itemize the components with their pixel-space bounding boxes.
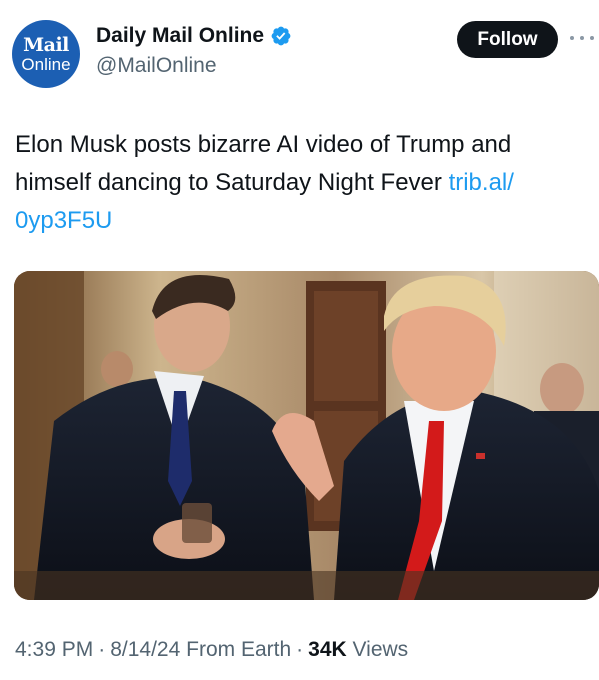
- author-name-row: Daily Mail Online: [96, 24, 292, 48]
- avatar-logo-line2: Online: [21, 54, 71, 74]
- tweet-time[interactable]: 4:39 PM: [15, 638, 93, 661]
- more-dot: [570, 36, 574, 40]
- avatar[interactable]: Mail Online: [12, 20, 80, 88]
- tweet-photo[interactable]: [14, 271, 599, 600]
- verified-badge-icon[interactable]: [270, 25, 292, 47]
- views-count[interactable]: 34K: [308, 638, 347, 661]
- follow-button[interactable]: Follow: [457, 21, 558, 58]
- avatar-logo-line1: Mail: [23, 33, 69, 56]
- more-dot: [590, 36, 594, 40]
- views-label: Views: [352, 638, 409, 661]
- tweet-text: Elon Musk posts bizarre AI video of Trum…: [15, 126, 585, 240]
- tweet-date[interactable]: 8/14/24: [110, 638, 180, 661]
- tweet: Mail Online Daily Mail Online @MailOnlin…: [0, 0, 599, 680]
- meta-separator: ·: [98, 638, 106, 661]
- tweet-source: From Earth: [186, 638, 292, 661]
- author-display-name[interactable]: Daily Mail Online: [96, 24, 264, 48]
- tweet-body: Elon Musk posts bizarre AI video of Trum…: [15, 131, 512, 196]
- more-dot: [580, 36, 584, 40]
- meta-separator: ·: [296, 638, 304, 661]
- author-handle[interactable]: @MailOnline: [96, 54, 217, 78]
- tweet-meta: 4:39 PM · 8/14/24 From Earth · 34K Views: [15, 638, 408, 662]
- photo-illustration: [14, 271, 599, 600]
- more-horizontal-icon[interactable]: [570, 30, 594, 46]
